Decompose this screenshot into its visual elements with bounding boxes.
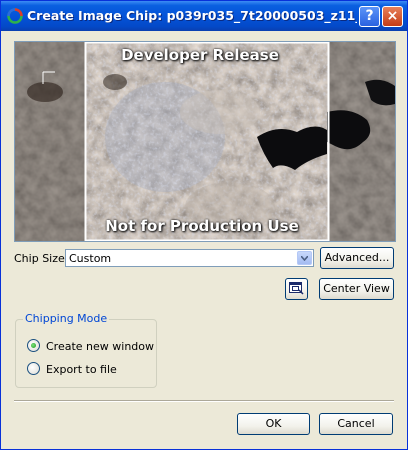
chipping-mode-group — [15, 319, 157, 388]
chevron-down-icon — [301, 256, 308, 261]
footer-separator — [14, 400, 394, 402]
select-region-button[interactable] — [285, 278, 308, 300]
center-view-button[interactable]: Center View — [319, 278, 394, 300]
chip-size-label: Chip Size: — [14, 252, 69, 265]
help-button[interactable]: ? — [359, 6, 380, 27]
advanced-button[interactable]: Advanced... — [320, 247, 394, 269]
create-new-window-radio[interactable] — [27, 339, 40, 352]
image-preview[interactable]: Developer Release Not for Production Use — [14, 41, 396, 242]
close-button[interactable]: × — [382, 6, 403, 27]
select-region-icon — [289, 282, 304, 295]
title-bar[interactable]: Create Image Chip: p039r035_7t20000503_z… — [1, 1, 407, 31]
watermark-bottom: Not for Production Use — [105, 217, 299, 235]
window-title: Create Image Chip: p039r035_7t20000503_z… — [27, 8, 357, 23]
export-to-file-label[interactable]: Export to file — [46, 363, 117, 376]
watermark-top: Developer Release — [121, 46, 279, 64]
app-icon — [7, 8, 23, 24]
chip-size-value: Custom — [69, 252, 112, 265]
radio-selected-dot — [31, 343, 36, 348]
cancel-button[interactable]: Cancel — [319, 413, 393, 435]
chipping-mode-title: Chipping Mode — [23, 312, 110, 325]
chip-size-dropdown[interactable]: Custom — [65, 249, 314, 267]
create-new-window-label[interactable]: Create new window — [46, 340, 154, 353]
dialog-window: Create Image Chip: p039r035_7t20000503_z… — [0, 0, 408, 450]
satellite-image — [15, 42, 395, 241]
ok-button[interactable]: OK — [237, 413, 310, 435]
dropdown-arrow-button[interactable] — [297, 251, 312, 265]
export-to-file-radio[interactable] — [27, 362, 40, 375]
